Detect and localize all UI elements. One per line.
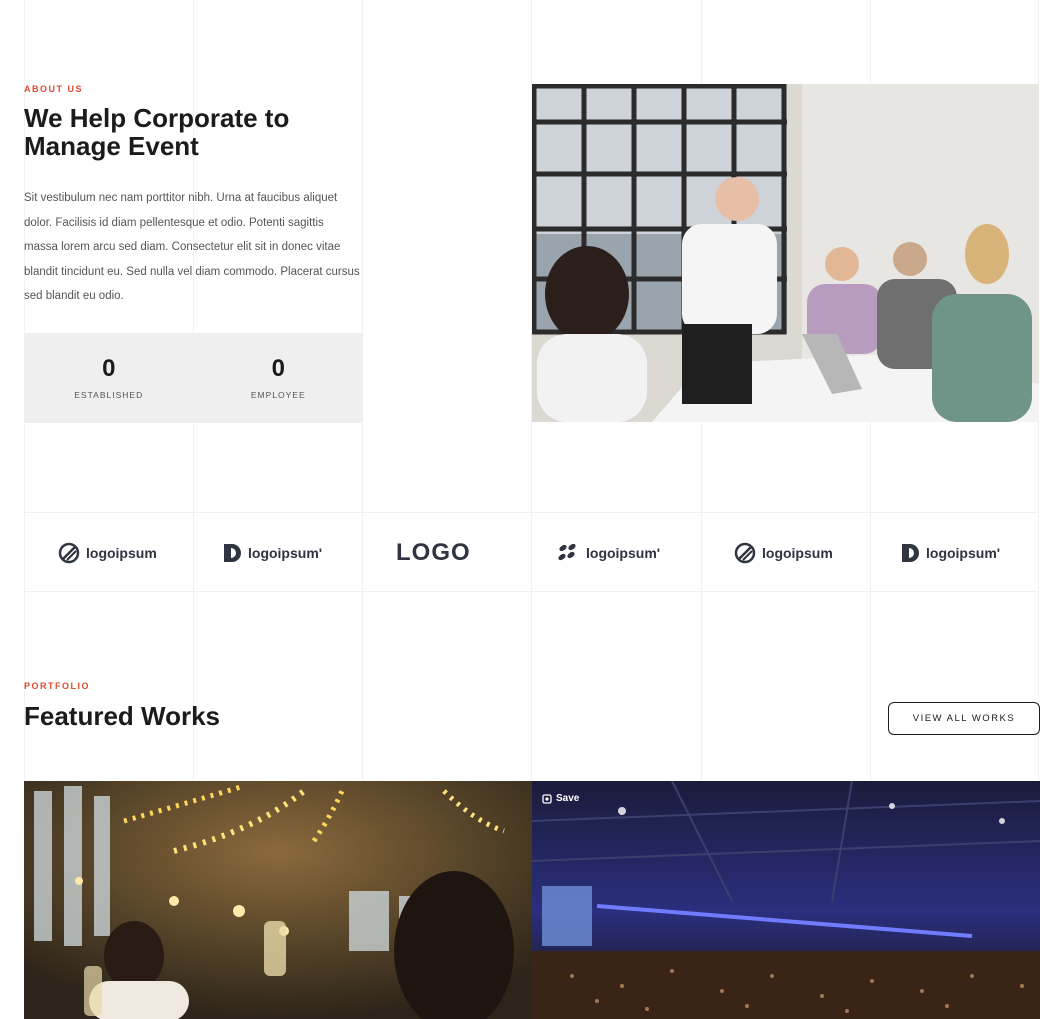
client-logo-wordmark: LOGO <box>396 539 471 566</box>
client-logo: logoipsum' <box>556 513 660 593</box>
half-shape-icon <box>902 544 919 562</box>
stat-employee: 0 EMPLOYEE <box>194 333 364 423</box>
client-logo: logoipsum' <box>900 513 1000 593</box>
half-shape-icon <box>224 544 241 562</box>
client-logo-text: logoipsum <box>86 545 157 561</box>
client-logos: logoipsum logoipsum' LOGO logoipsum' log… <box>24 512 1039 592</box>
circle-slash-icon <box>734 542 756 564</box>
portfolio-eyebrow: PORTFOLIO <box>24 681 90 691</box>
client-logo-text: logoipsum' <box>926 545 1001 561</box>
about-eyebrow: ABOUT US <box>24 84 83 94</box>
save-label: Save <box>556 793 580 804</box>
client-logo: logoipsum' <box>222 513 322 593</box>
featured-work-conference[interactable]: Save <box>532 781 1040 1019</box>
client-logo-text: logoipsum <box>762 545 833 561</box>
featured-work-celebration[interactable] <box>24 781 532 1019</box>
stats-panel: 0 ESTABLISHED 0 EMPLOYEE <box>24 333 363 423</box>
about-title: We Help Corporate to Manage Event <box>24 103 290 161</box>
stat-label: ESTABLISHED <box>74 390 144 400</box>
pin-icon <box>542 793 552 804</box>
stat-value: 0 <box>102 355 116 382</box>
portfolio-title: Featured Works <box>24 701 221 731</box>
stat-value: 0 <box>271 355 285 382</box>
stat-label: EMPLOYEE <box>250 390 306 400</box>
circle-slash-icon <box>58 542 80 564</box>
meeting-photo <box>532 84 1039 422</box>
about-description: Sit vestibulum nec nam porttitor nibh. U… <box>24 192 360 302</box>
save-button[interactable]: Save <box>542 793 579 804</box>
view-all-works-button[interactable]: VIEW ALL WORKS <box>888 702 1040 735</box>
client-logo-text: logoipsum' <box>586 545 661 561</box>
client-logo: logoipsum <box>734 513 833 593</box>
client-logo-text: logoipsum' <box>248 545 323 561</box>
leaves-icon <box>558 543 576 561</box>
client-logo: logoipsum <box>58 513 157 593</box>
stat-established: 0 ESTABLISHED <box>24 333 194 423</box>
